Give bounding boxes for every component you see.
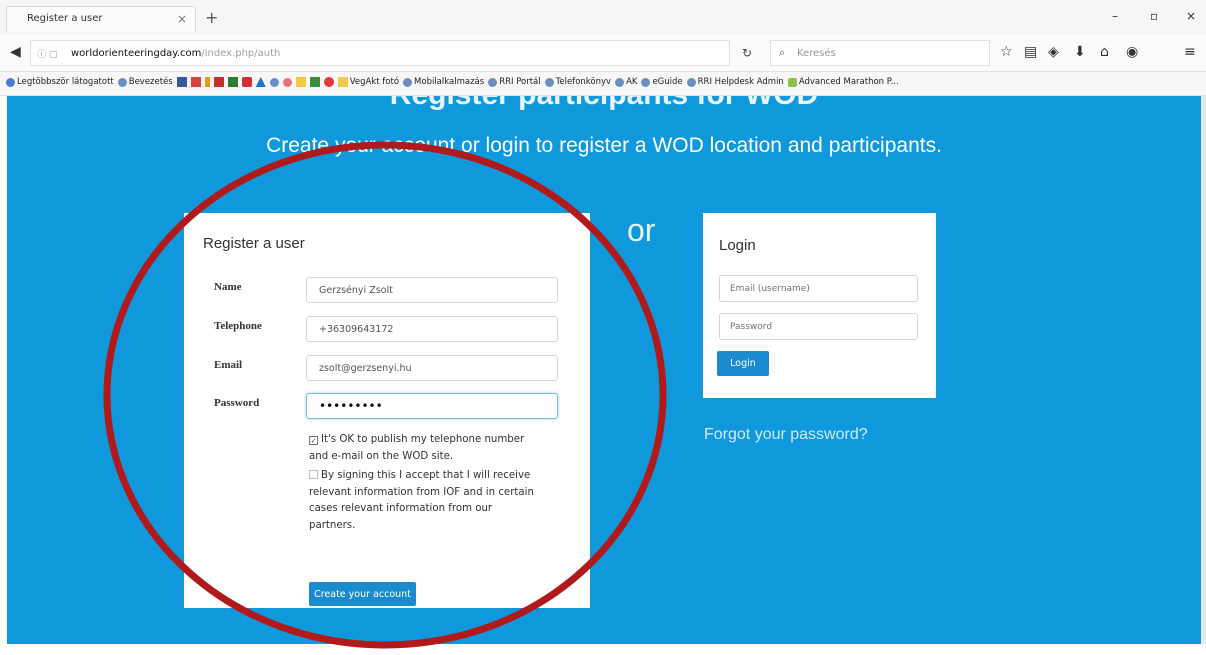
- app-icon[interactable]: [190, 77, 201, 87]
- iof-consent-label: By signing this I accept that I will rec…: [309, 470, 534, 531]
- home-icon[interactable]: ⌂: [1100, 44, 1109, 60]
- browser-tab-bar: Register a user × + – ▫ ×: [0, 0, 1206, 34]
- bookmark-item[interactable]: AK: [615, 77, 637, 87]
- browser-tab[interactable]: Register a user ×: [6, 6, 196, 32]
- pen-icon: [787, 77, 797, 87]
- password-label: Password: [214, 397, 260, 409]
- bookmark-item[interactable]: RRI Portál: [488, 77, 541, 87]
- menu-hamburger-icon[interactable]: ≡: [1184, 44, 1196, 60]
- url-path: /index.php/auth: [201, 48, 281, 59]
- pocket-icon[interactable]: ◈: [1048, 44, 1059, 60]
- email-input[interactable]: [306, 355, 558, 381]
- login-email-input[interactable]: [719, 275, 918, 302]
- folder-icon: [337, 77, 348, 87]
- url-text: worldorienteeringday.com/index.php/auth: [71, 48, 280, 59]
- facebook-icon[interactable]: [176, 77, 187, 87]
- bookmark-item[interactable]: Mobilalkalmazás: [403, 77, 484, 87]
- globe-icon: [544, 77, 554, 87]
- tab-title: Register a user: [27, 13, 103, 24]
- globe-icon: [686, 77, 696, 87]
- page-viewport: Register participants for WOD Create you…: [0, 96, 1206, 655]
- globe-icon[interactable]: [269, 77, 279, 87]
- folder-icon[interactable]: [295, 77, 306, 87]
- new-tab-icon[interactable]: +: [205, 8, 218, 27]
- search-icon: ⌕: [779, 46, 786, 59]
- or-separator: or: [627, 212, 656, 248]
- bookmarks-library-icon[interactable]: ▤: [1024, 44, 1037, 60]
- bookmark-item[interactable]: Bevezetés: [117, 77, 173, 87]
- bookmark-item[interactable]: Telefonkönyv: [544, 77, 611, 87]
- globe-icon: [403, 77, 413, 87]
- register-card: Register a user Name Telephone Email Pas…: [184, 213, 590, 608]
- login-password-input[interactable]: [719, 313, 918, 340]
- publish-consent-row: ✓ It's OK to publish my telephone number …: [309, 432, 539, 465]
- create-account-button[interactable]: Create your account: [309, 582, 416, 606]
- download-icon[interactable]: ⬇: [1074, 44, 1086, 60]
- globe-icon: [615, 77, 625, 87]
- globe-icon: [488, 77, 498, 87]
- page-subtitle: Create your account or login to register…: [266, 134, 942, 157]
- window-close-icon[interactable]: ×: [1186, 9, 1196, 23]
- back-arrow-icon[interactable]: ◀: [10, 44, 21, 60]
- app-icon[interactable]: [227, 77, 238, 87]
- publish-checkbox[interactable]: ✓: [309, 436, 318, 445]
- bookmark-item[interactable]: RRI Helpdesk Admin: [686, 77, 784, 87]
- bookmark-item[interactable]: VegAkt fotó: [337, 77, 399, 87]
- drive-icon[interactable]: [255, 77, 266, 87]
- url-domain: worldorienteeringday.com: [71, 48, 202, 59]
- page-heading: Register participants for WOD: [7, 96, 1201, 112]
- name-input[interactable]: [306, 277, 558, 303]
- scrollbar[interactable]: [1201, 96, 1206, 644]
- maximize-icon[interactable]: ▫: [1150, 9, 1158, 23]
- password-input[interactable]: [306, 393, 558, 419]
- minimize-icon[interactable]: –: [1112, 9, 1118, 23]
- site-info-icon[interactable]: ⓘ ▢: [37, 47, 57, 60]
- reload-icon[interactable]: ↻: [742, 46, 752, 60]
- login-card: Login Login: [703, 213, 936, 398]
- bookmark-star-icon[interactable]: ☆: [1000, 44, 1013, 60]
- telephone-label: Telephone: [214, 320, 262, 332]
- iof-consent-checkbox[interactable]: [309, 470, 318, 479]
- hero-section: Register participants for WOD Create you…: [7, 96, 1201, 644]
- register-title: Register a user: [203, 235, 305, 252]
- forgot-password-link[interactable]: Forgot your password?: [704, 426, 868, 444]
- address-bar[interactable]: ⓘ ▢ worldorienteeringday.com/index.php/a…: [30, 40, 730, 66]
- telephone-input[interactable]: [306, 316, 558, 342]
- bookmark-item[interactable]: Legtöbbször látogatott: [6, 77, 114, 87]
- app-icon[interactable]: [323, 77, 334, 87]
- app-icon[interactable]: [282, 77, 292, 87]
- addon-icon[interactable]: ◉: [1126, 44, 1138, 60]
- browser-nav-bar: ◀ ⓘ ▢ worldorienteeringday.com/index.php…: [0, 34, 1206, 72]
- app-icon[interactable]: [204, 77, 210, 87]
- search-placeholder: Keresés: [797, 48, 836, 59]
- globe-icon: [6, 77, 15, 87]
- youtube-icon[interactable]: [241, 77, 252, 87]
- app-icon[interactable]: [309, 77, 320, 87]
- email-label: Email: [214, 359, 243, 371]
- iof-consent-row: By signing this I accept that I will rec…: [309, 468, 539, 534]
- publish-checkbox-label: It's OK to publish my telephone number a…: [309, 434, 525, 462]
- name-label: Name: [214, 281, 242, 293]
- bookmark-item[interactable]: Advanced Marathon P...: [787, 77, 899, 87]
- login-button[interactable]: Login: [717, 351, 769, 376]
- app-icon[interactable]: [213, 77, 224, 87]
- tab-close-icon[interactable]: ×: [177, 12, 187, 26]
- globe-icon: [117, 77, 127, 87]
- bookmarks-bar: Legtöbbször látogatott Bevezetés VegAkt …: [0, 72, 1206, 96]
- globe-icon: [641, 77, 651, 87]
- login-title: Login: [719, 237, 756, 254]
- bookmark-item[interactable]: eGuide: [641, 77, 683, 87]
- search-bar[interactable]: ⌕ Keresés: [770, 40, 990, 66]
